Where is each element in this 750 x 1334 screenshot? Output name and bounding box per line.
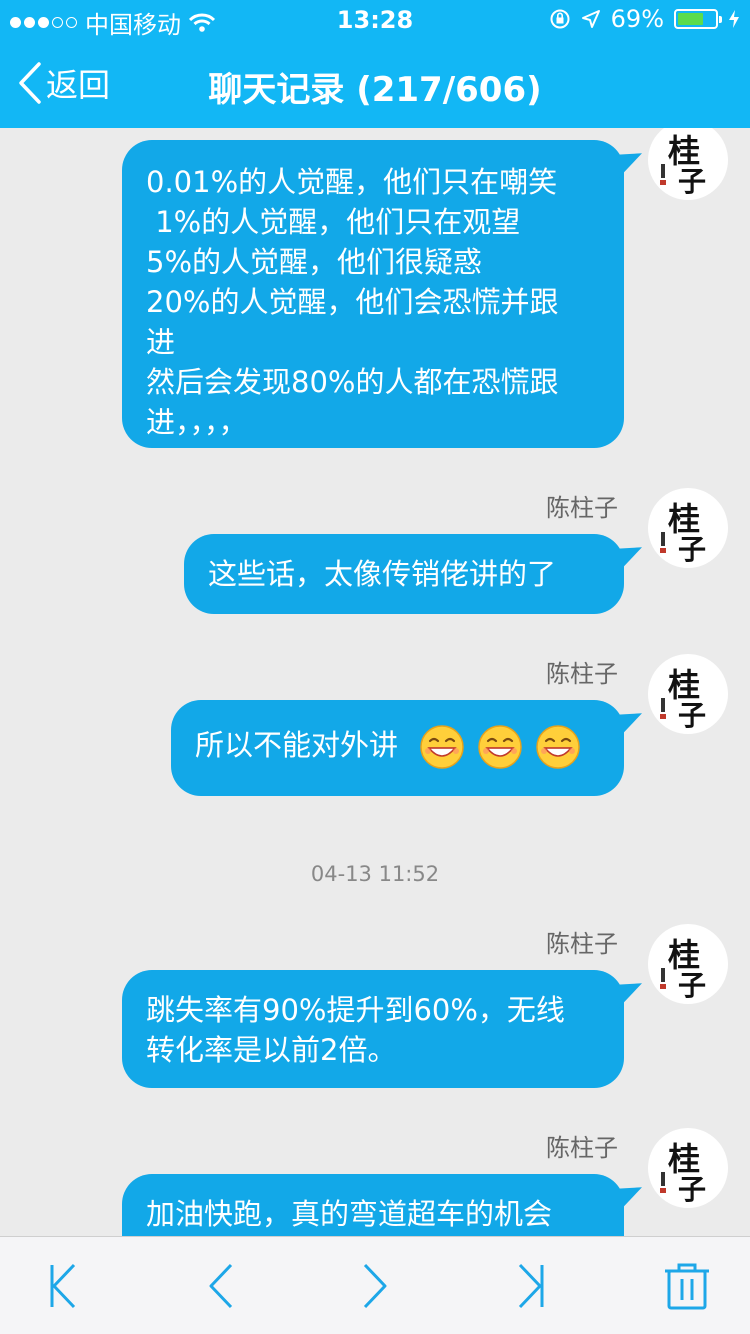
grin-emoji <box>478 725 522 769</box>
sender-name: 陈柱子 <box>546 660 618 688</box>
message-line: 0.01%的人觉醒，他们只在嘲笑 <box>146 165 558 199</box>
trash-icon[interactable] <box>662 1261 712 1311</box>
message-line: 5%的人觉醒，他们很疑惑 <box>146 245 483 279</box>
first-page-icon[interactable] <box>38 1261 88 1311</box>
message-bubble[interactable]: 0.01%的人觉醒，他们只在嘲笑 1%的人觉醒，他们只在观望 5%的人觉醒，他们… <box>122 140 642 448</box>
message-line: 转化率是以前2倍。 <box>146 1033 397 1067</box>
battery-percent: 69% <box>610 5 664 33</box>
seal-stamp <box>661 532 665 546</box>
last-page-icon[interactable] <box>506 1261 556 1311</box>
next-page-icon[interactable] <box>350 1261 400 1311</box>
grin-emoji <box>536 725 580 769</box>
avatar[interactable]: 桂子 <box>648 1128 728 1208</box>
seal-stamp <box>660 714 666 719</box>
seal-stamp <box>660 548 666 553</box>
sender-name: 陈柱子 <box>546 1134 618 1162</box>
seal-stamp <box>661 968 665 982</box>
message-timestamp: 04-13 11:52 <box>310 862 440 886</box>
battery-icon <box>674 9 722 29</box>
avatar[interactable]: 桂子 <box>648 488 728 568</box>
avatar-glyph: 子 <box>678 969 707 1002</box>
orientation-lock-icon <box>550 9 570 29</box>
emoji-group <box>407 725 581 769</box>
seal-stamp <box>661 698 665 712</box>
seal-stamp <box>660 180 666 185</box>
sender-name: 陈柱子 <box>546 494 618 522</box>
bottom-toolbar <box>0 1236 750 1334</box>
message-line: 进 <box>146 325 176 359</box>
message-line: 加油快跑，真的弯道超车的机会 <box>146 1197 553 1231</box>
message-line: 这些话，太像传销佬讲的了 <box>208 557 557 591</box>
location-icon <box>581 10 600 28</box>
message-line: 20%的人觉醒，他们会恐慌并跟 <box>146 285 559 319</box>
avatar-glyph: 子 <box>678 699 707 732</box>
message-bubble[interactable]: 这些话，太像传销佬讲的了 <box>184 534 642 614</box>
message-line: 进，，，， <box>146 405 248 439</box>
previous-page-icon[interactable] <box>196 1261 246 1311</box>
avatar-glyph: 子 <box>678 533 707 566</box>
nav-bar: 返回 聊天记录 (217/606) <box>0 40 750 128</box>
seal-stamp <box>661 1172 665 1186</box>
message-line: 然后会发现80%的人都在恐慌跟 <box>146 365 559 399</box>
status-bar: 中国移动 13:28 69% <box>0 0 750 40</box>
message-line: 所以不能对外讲 <box>195 728 399 762</box>
chat-history[interactable]: 桂子 0.01%的人觉醒，他们只在嘲笑 1%的人觉醒，他们只在观望 5%的人觉醒… <box>0 128 750 1236</box>
status-right: 69% <box>549 5 740 33</box>
avatar[interactable]: 桂子 <box>648 924 728 1004</box>
seal-stamp <box>660 984 666 989</box>
message-bubble[interactable]: 加油快跑，真的弯道超车的机会 <box>122 1174 642 1236</box>
seal-stamp <box>661 164 665 178</box>
charging-icon <box>729 10 739 28</box>
page-title: 聊天记录 (217/606) <box>208 70 542 110</box>
message-bubble[interactable]: 所以不能对外讲 <box>171 700 642 796</box>
message-bubble[interactable]: 跳失率有90%提升到60%，无线 转化率是以前2倍。 <box>122 970 642 1088</box>
grin-emoji <box>420 725 464 769</box>
message-line: 跳失率有90%提升到60%，无线 <box>146 993 565 1027</box>
avatar-glyph: 子 <box>678 165 707 198</box>
avatar[interactable]: 桂子 <box>648 128 728 200</box>
sender-name: 陈柱子 <box>546 930 618 958</box>
avatar[interactable]: 桂子 <box>648 654 728 734</box>
avatar-glyph: 子 <box>678 1173 707 1206</box>
seal-stamp <box>660 1188 666 1193</box>
message-line: 1%的人觉醒，他们只在观望 <box>146 205 521 239</box>
